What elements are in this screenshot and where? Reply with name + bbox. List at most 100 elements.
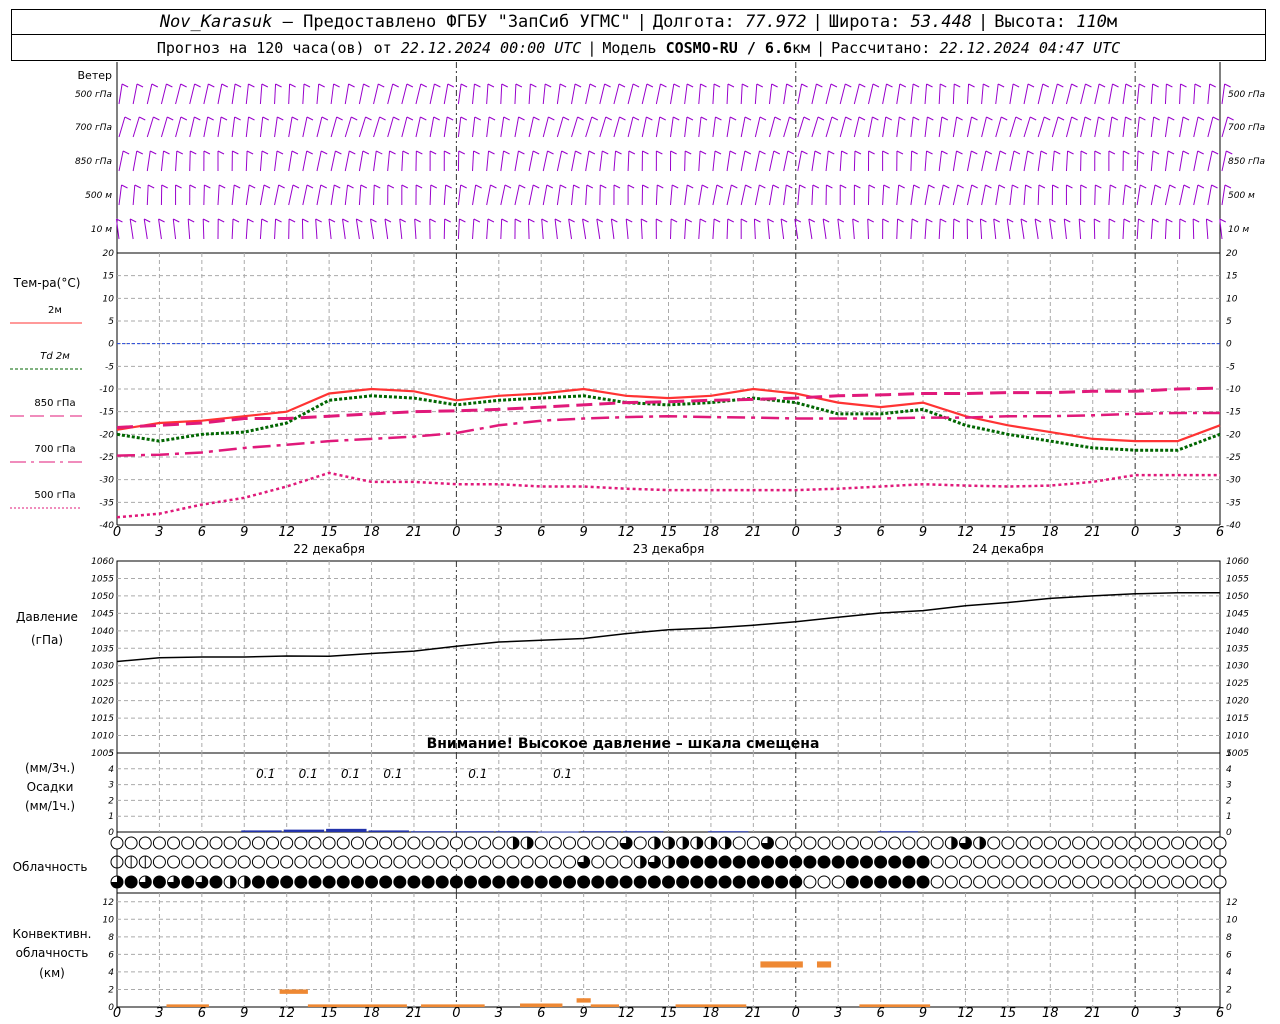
wind-barb-staff (1193, 83, 1196, 105)
cloud-symbol (944, 875, 958, 889)
hour-tick-label: 0 (1131, 525, 1139, 540)
wind-barb-staff (1136, 150, 1139, 172)
wind-barb-staff (542, 116, 549, 138)
wind-barb-staff (670, 218, 672, 240)
cloud-symbol-ring (336, 836, 350, 850)
hour-tick-label: 15 (1000, 525, 1017, 540)
wind-barb-staff (740, 150, 746, 172)
y-tick-label-left: -15 (99, 408, 114, 418)
cloud-symbol (167, 855, 181, 869)
wind-barb-staff (1051, 83, 1058, 105)
cloud-symbol-ring (789, 836, 803, 850)
cloud-symbol-ring (266, 855, 280, 869)
cloud-symbol-ring (506, 855, 520, 869)
wind-barb-feather (1029, 116, 1037, 121)
y-tick-label-left: 4 (108, 765, 114, 775)
wind-barb-staff (1065, 83, 1073, 105)
wind-barb-feather (194, 116, 201, 121)
wind-barb-staff (542, 150, 549, 172)
y-tick-label-left: 1050 (91, 592, 114, 602)
hour-tick-label: 0 (452, 525, 460, 540)
wind-barb-feather (812, 184, 820, 189)
wind-barb-staff (599, 83, 606, 105)
wind-barb-staff (387, 150, 391, 172)
wind-barb-staff (1009, 150, 1015, 172)
wind-barb-staff (585, 83, 591, 105)
wind-barb-staff (274, 83, 277, 105)
y-tick-label-left: 1 (108, 812, 114, 822)
wind-barb-feather (801, 150, 808, 155)
wind-barb-feather (627, 184, 635, 189)
hour-tick-label: 18 (1042, 525, 1059, 540)
wind-barb-staff (1006, 218, 1011, 240)
wind-barb-staff (472, 150, 475, 172)
wind-barb-feather (194, 83, 201, 88)
cloud-symbol (1029, 836, 1043, 850)
wind-barb-staff (1080, 83, 1086, 105)
wind-barb-feather (1001, 116, 1008, 121)
wind-barb-feather (956, 150, 963, 155)
wind-barb-feather (1044, 116, 1051, 121)
cloud-symbol (789, 855, 803, 869)
y-tick-label-left: 0 (108, 828, 114, 838)
cloud-symbol (336, 855, 350, 869)
wind-barb-staff (344, 150, 350, 172)
wind-barb-staff (1037, 83, 1044, 105)
cloud-symbol (874, 855, 888, 869)
hour-tick-label: 9 (919, 525, 927, 540)
wind-barb-feather (561, 150, 568, 155)
y-tick-label-left: 6 (108, 950, 114, 960)
wind-barb-staff (698, 150, 701, 172)
wind-barb-feather (1152, 150, 1160, 155)
cloud-symbol-fill (506, 876, 519, 888)
hour-tick-label: 12 (618, 525, 635, 540)
cloud-symbol (322, 875, 336, 889)
cloud-symbol (1015, 875, 1029, 889)
wind-barb-staff (231, 218, 234, 240)
wind-barb-staff (1221, 116, 1229, 138)
y-tick-label-right: 15 (1226, 272, 1238, 282)
cloud-symbol-ring (1185, 836, 1199, 850)
wind-barb-feather (1123, 150, 1130, 155)
cloud-symbol-fill (668, 837, 675, 849)
wind-barb-staff (627, 116, 634, 138)
cloud-symbol (973, 836, 987, 850)
wind-barb-staff (1150, 150, 1154, 172)
cloud-symbol (1015, 855, 1029, 869)
wind-barb-feather (872, 116, 879, 121)
cloud-symbol-ring (633, 836, 647, 850)
cloud-symbol-ring (110, 836, 124, 850)
wind-barb-feather (886, 83, 893, 88)
cloud-symbol-ring (181, 855, 195, 869)
date-label: 22 декабря (293, 542, 365, 556)
wind-barb-feather (1224, 184, 1232, 189)
cloud-symbol (308, 836, 322, 850)
precip-bar (538, 831, 579, 833)
cloud-symbol-ring (336, 855, 350, 869)
wind-barb-staff (344, 184, 349, 206)
cloud-symbol-ring (874, 836, 888, 850)
wind-barb-staff (542, 184, 548, 206)
wind-barb-staff (684, 184, 688, 206)
wind-barb-staff (202, 218, 205, 240)
cloud-symbol-ring (167, 855, 181, 869)
cloud-symbol (1072, 836, 1086, 850)
cloud-symbol-ring (308, 836, 322, 850)
y-tick-label-left: 1040 (91, 627, 114, 637)
wind-barb-feather (926, 83, 933, 88)
wind-barb-staff (769, 116, 776, 138)
cloud-symbol (803, 875, 817, 889)
wind-barb-feather (808, 218, 816, 223)
wind-barb-feather (334, 184, 341, 189)
wind-barb-staff (1108, 83, 1114, 105)
wind-barb-feather (926, 150, 933, 155)
wind-barb-feather (673, 83, 681, 88)
wind-barb-feather (175, 184, 182, 189)
wind-barb-staff (582, 218, 587, 240)
wind-barb-staff (740, 184, 746, 206)
wind-barb-staff (217, 184, 220, 206)
wind-level-label-left: 700 гПа (75, 123, 112, 133)
y-tick-label-right: 6 (1226, 950, 1232, 960)
precip-value-label: 0.1 (299, 767, 318, 781)
cloud-symbol-ring (831, 875, 845, 889)
